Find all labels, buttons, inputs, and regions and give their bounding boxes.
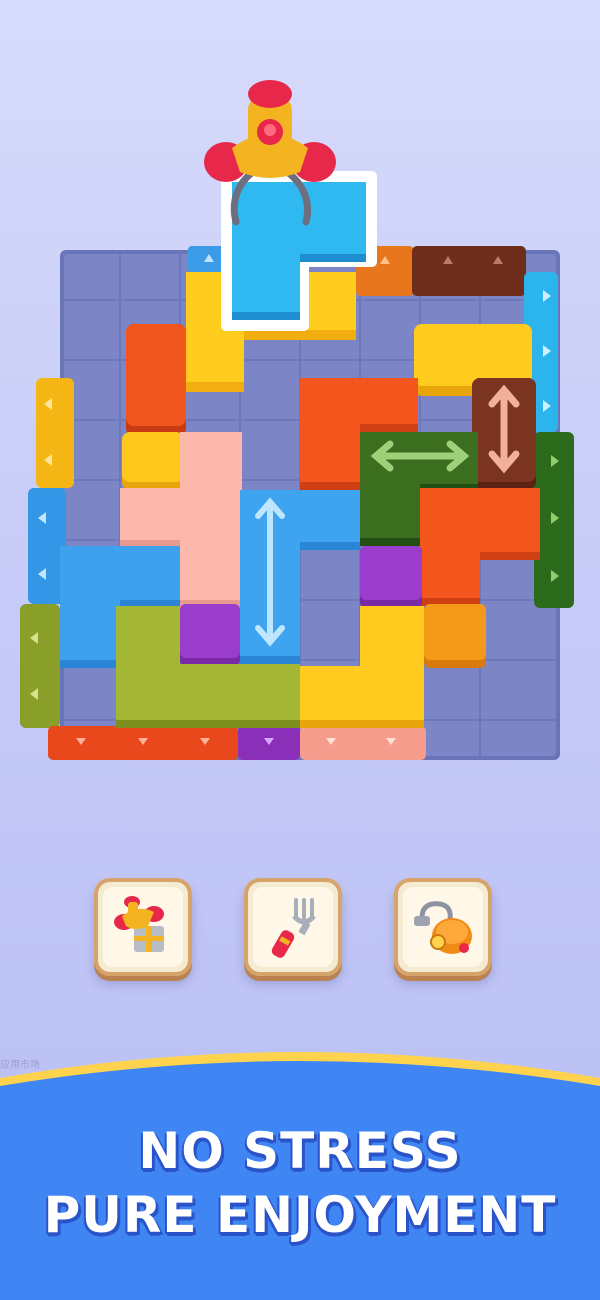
vacuum-icon: [414, 901, 472, 954]
puzzle-board: [20, 80, 574, 760]
headline-line-1: NO STRESS: [138, 1122, 462, 1180]
promo-banner: NO STRESS PURE ENJOYMENT: [0, 1030, 600, 1300]
headline-line-2: PURE ENJOYMENT: [43, 1186, 557, 1244]
tool-claw-gift-button[interactable]: [94, 878, 192, 976]
claw-gift-icon: [114, 896, 164, 952]
tool-vacuum-button[interactable]: [394, 878, 492, 976]
game-board-area: [0, 0, 600, 800]
tool-fork-button[interactable]: [244, 878, 342, 976]
fork-icon: [271, 898, 316, 958]
